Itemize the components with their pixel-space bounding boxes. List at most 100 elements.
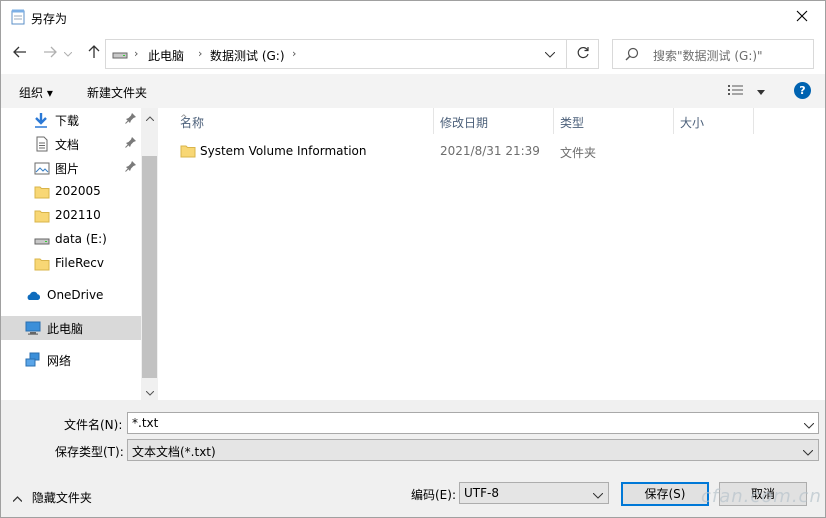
- sidebar-item-label: OneDrive: [47, 288, 104, 302]
- breadcrumb-this-pc[interactable]: 此电脑: [148, 47, 184, 64]
- sidebar-item-onedrive[interactable]: OneDrive: [1, 284, 141, 308]
- hide-folders-label: 隐藏文件夹: [31, 491, 92, 505]
- breadcrumb-drive-g[interactable]: 数据测试 (G:): [210, 47, 285, 64]
- drive-icon: [34, 232, 50, 248]
- pin-icon: [125, 112, 137, 127]
- chevron-down-icon: [544, 47, 556, 61]
- new-folder-button[interactable]: 新建文件夹: [87, 84, 147, 101]
- sidebar-item-label: data (E:): [55, 232, 107, 246]
- up-button[interactable]: [83, 42, 105, 64]
- file-list-pane: 名称 ^ 修改日期 类型 大小 System Volume Informatio…: [158, 108, 825, 400]
- sidebar-item-label: 网络: [47, 354, 72, 368]
- filetype-label: 保存类型(T):: [55, 445, 124, 459]
- help-button[interactable]: ?: [794, 82, 811, 99]
- column-header-name[interactable]: 名称 ^: [174, 108, 434, 134]
- drive-icon: [112, 49, 128, 63]
- sidebar-item-202110[interactable]: 202110: [1, 204, 141, 228]
- address-bar[interactable]: › 此电脑 › 数据测试 (G:) ›: [105, 39, 599, 69]
- navigation-bar: › 此电脑 › 数据测试 (G:) › 搜索"数据测试 (G:)": [1, 34, 825, 74]
- encoding-label: 编码(E):: [411, 488, 456, 502]
- picture-icon: [34, 160, 50, 176]
- scroll-thumb[interactable]: [142, 156, 157, 378]
- encoding-select[interactable]: UTF-8: [459, 482, 609, 504]
- folder-icon: [34, 208, 50, 224]
- chevron-up-icon: [12, 491, 23, 505]
- sidebar-item-label: 文档: [55, 138, 80, 152]
- arrow-left-icon: [13, 46, 27, 61]
- sidebar-item-label: FileRecv: [55, 256, 104, 270]
- sidebar-item-pictures[interactable]: 图片: [1, 156, 141, 180]
- chevron-down-icon: [145, 385, 154, 399]
- window-title: 另存为: [31, 12, 68, 26]
- back-button[interactable]: [9, 42, 31, 64]
- folder-icon: [34, 256, 50, 272]
- address-dropdown-button[interactable]: [536, 40, 564, 68]
- hide-folders-toggle[interactable]: 隐藏文件夹: [12, 489, 92, 506]
- filetype-select[interactable]: 文本文档(*.txt): [127, 439, 819, 461]
- table-row[interactable]: System Volume Information 2021/8/31 21:3…: [174, 140, 814, 162]
- close-button[interactable]: [779, 1, 825, 33]
- column-label: 类型: [560, 116, 585, 130]
- scroll-down-button[interactable]: [141, 383, 158, 400]
- network-icon: [25, 352, 41, 368]
- sidebar-item-this-pc[interactable]: 此电脑: [1, 316, 141, 340]
- sidebar-item-label: 此电脑: [47, 322, 84, 336]
- title-bar: 另存为: [1, 1, 825, 34]
- column-header-type[interactable]: 类型: [554, 108, 674, 134]
- chevron-down-icon: [803, 418, 815, 432]
- filename-value: *.txt: [132, 416, 159, 430]
- column-header-modified[interactable]: 修改日期: [434, 108, 554, 134]
- recent-locations-button[interactable]: [61, 42, 75, 64]
- sidebar-item-label: 图片: [55, 162, 80, 176]
- sidebar-item-filerecv[interactable]: FileRecv: [1, 252, 141, 276]
- chevron-right-icon: ›: [292, 47, 297, 60]
- sidebar-item-documents[interactable]: 文档: [1, 132, 141, 156]
- search-placeholder: 搜索"数据测试 (G:)": [653, 49, 763, 63]
- details-view-icon: [727, 84, 745, 99]
- file-modified: 2021/8/31 21:39: [440, 144, 540, 158]
- column-label: 修改日期: [440, 116, 489, 130]
- refresh-button[interactable]: [566, 40, 599, 68]
- sidebar-item-202005[interactable]: 202005: [1, 180, 141, 204]
- sidebar-item-downloads[interactable]: 下载: [1, 108, 141, 132]
- change-view-button[interactable]: [727, 81, 767, 101]
- chevron-down-icon: [63, 46, 73, 60]
- filetype-value: 文本文档(*.txt): [132, 445, 216, 459]
- question-mark-icon: ?: [799, 84, 806, 97]
- filename-input[interactable]: *.txt: [127, 412, 819, 434]
- file-name: System Volume Information: [200, 144, 367, 158]
- sidebar-item-label: 202005: [55, 184, 101, 198]
- watermark: cfan.com.cn: [701, 486, 822, 507]
- chevron-down-icon: [802, 445, 814, 459]
- save-button[interactable]: 保存(S): [621, 482, 709, 506]
- chevron-right-icon: ›: [134, 47, 139, 60]
- forward-button[interactable]: [39, 42, 61, 64]
- sidebar-item-data-e[interactable]: data (E:): [1, 228, 141, 252]
- encoding-value: UTF-8: [464, 486, 499, 500]
- filename-label: 文件名(N):: [64, 418, 123, 432]
- scroll-up-button[interactable]: [141, 108, 158, 125]
- sidebar-item-network[interactable]: 网络: [1, 348, 141, 372]
- chevron-up-icon: [145, 110, 154, 124]
- sort-ascending-icon: ^: [180, 114, 188, 124]
- computer-icon: [25, 320, 41, 336]
- organize-menu[interactable]: 组织 ▾: [19, 84, 53, 101]
- search-icon: [625, 47, 639, 64]
- folder-icon: [180, 143, 196, 162]
- folder-icon: [34, 184, 50, 200]
- notepad-icon: [11, 9, 25, 25]
- sidebar-item-label: 下载: [55, 114, 80, 128]
- document-icon: [34, 136, 50, 152]
- search-input[interactable]: 搜索"数据测试 (G:)": [612, 39, 814, 69]
- nav-pane-scrollbar[interactable]: [141, 108, 158, 400]
- column-label: 大小: [680, 116, 705, 130]
- close-icon: [796, 10, 808, 25]
- sidebar-item-label: 202110: [55, 208, 101, 222]
- pin-icon: [125, 160, 137, 175]
- arrow-right-icon: [43, 46, 57, 61]
- file-type: 文件夹: [560, 146, 597, 160]
- chevron-down-icon: [592, 488, 604, 502]
- arrow-up-icon: [88, 44, 100, 62]
- column-header-size[interactable]: 大小: [674, 108, 754, 134]
- save-as-dialog: 另存为 › 此电脑 › 数据测试 (G:) › 搜索"数据测试 (G:)" 组织…: [0, 0, 826, 518]
